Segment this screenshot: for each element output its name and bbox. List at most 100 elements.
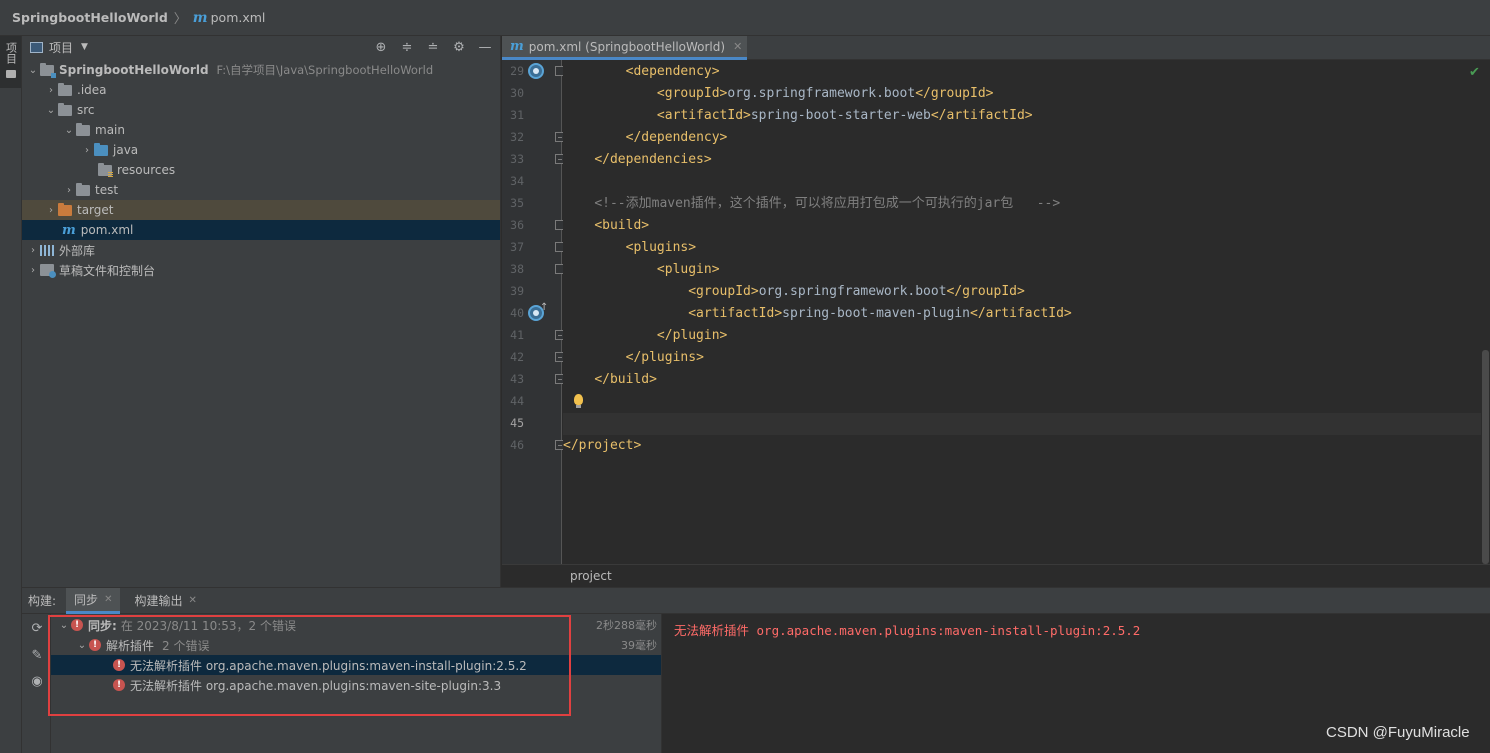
tree-item-src[interactable]: ⌄ src (22, 100, 500, 120)
close-icon[interactable]: ✕ (188, 595, 196, 606)
close-icon[interactable]: ✕ (104, 594, 112, 605)
chevron-down-icon[interactable]: ⌄ (26, 65, 40, 76)
code-line-42[interactable]: </plugins> (563, 347, 1481, 369)
tab-sync[interactable]: 同步 ✕ (66, 587, 121, 614)
chevron-right-icon[interactable]: › (62, 185, 76, 196)
code-line-43[interactable]: </build> (563, 369, 1481, 391)
chevron-right-icon[interactable]: › (26, 245, 40, 256)
code-line-29[interactable]: <dependency> (563, 61, 1481, 83)
gutter-line-40[interactable]: 40 ↑ (502, 302, 562, 325)
breadcrumb-project-tag[interactable]: project (570, 569, 612, 583)
code-line-34[interactable] (563, 171, 1481, 193)
gutter-line-39[interactable]: 39 (502, 281, 562, 303)
code-line-30[interactable]: <groupId>org.springframework.boot</group… (563, 83, 1481, 105)
code-line-31[interactable]: <artifactId>spring-boot-starter-web</art… (563, 105, 1481, 127)
code-line-32[interactable]: </dependency> (563, 127, 1481, 149)
sync-icon[interactable]: ⟳ (28, 620, 46, 638)
eye-icon[interactable]: ◉ (28, 673, 46, 691)
error-row-site-plugin[interactable]: ! 无法解析插件 org.apache.maven.plugins:maven-… (51, 675, 661, 695)
gutter-line-32[interactable]: 32 (502, 127, 565, 149)
tab-build-output[interactable]: 构建输出 ✕ (126, 588, 204, 614)
minimize-icon[interactable]: — (476, 38, 494, 56)
code-line-45[interactable] (563, 413, 1481, 435)
gutter-line-34[interactable]: 34 (502, 171, 562, 193)
folder-icon (76, 122, 90, 136)
sync-row[interactable]: ⌄ ! 同步: 在 2023/8/11 10:53，2 个错误 2秒288毫秒 (51, 615, 661, 635)
tree-item-pom[interactable]: m pom.xml (22, 220, 500, 240)
scrollbar-thumb[interactable] (1482, 350, 1489, 564)
error-row-install-plugin[interactable]: ! 无法解析插件 org.apache.maven.plugins:maven-… (51, 655, 661, 675)
pin-icon[interactable]: ✎ (28, 647, 46, 665)
build-panel-label: 构建: (28, 594, 57, 608)
navigation-bar: SpringbootHelloWorld 〉 m pom.xml (0, 0, 1490, 36)
xml-tag: <plugin> (656, 262, 720, 277)
tree-item-main[interactable]: ⌄ main (22, 120, 500, 140)
xml-text: spring-boot-starter-web (750, 108, 931, 123)
tree-item-external-libraries[interactable]: › 外部库 (22, 240, 500, 260)
tree-item-java[interactable]: › java (22, 140, 500, 160)
chevron-right-icon[interactable]: › (44, 205, 58, 216)
locate-icon[interactable]: ⊕ (372, 38, 390, 56)
gutter-line-45[interactable]: 45 (502, 413, 562, 435)
tree-item-test[interactable]: › test (22, 180, 500, 200)
code-line-44[interactable] (563, 391, 1481, 413)
xml-tag: </dependency> (625, 130, 728, 145)
editor-tab-pom[interactable]: m pom.xml (SpringbootHelloWorld) ✕ (502, 36, 747, 60)
lightbulb-icon[interactable] (574, 394, 583, 408)
gutter-line-37[interactable]: 37 (502, 237, 565, 259)
code-line-37[interactable]: <plugins> (563, 237, 1481, 259)
maven-gutter-icon[interactable] (528, 63, 544, 79)
chevron-down-icon[interactable]: ⌄ (75, 640, 89, 651)
resolve-plugins-row[interactable]: ⌄ ! 解析插件 2 个错误 39毫秒 (51, 635, 661, 655)
gutter-line-35[interactable]: 35 (502, 193, 562, 215)
code-line-39[interactable]: <groupId>org.springframework.boot</group… (563, 281, 1481, 303)
code-line-33[interactable]: </dependencies> (563, 149, 1481, 171)
chevron-down-icon[interactable]: ⌄ (44, 105, 58, 116)
tree-item-label: resources (117, 163, 176, 177)
breadcrumb-project[interactable]: SpringbootHelloWorld (12, 10, 168, 25)
project-panel-title[interactable]: 项目 (49, 39, 73, 56)
chevron-down-icon[interactable]: ⌄ (57, 620, 71, 631)
gutter-line-29[interactable]: 29 (502, 61, 565, 83)
gutter-line-44[interactable]: 44 (502, 391, 562, 413)
tree-item-resources[interactable]: resources (22, 160, 500, 180)
gutter-line-41[interactable]: 41 (502, 325, 565, 347)
code-line-46[interactable]: </project> (563, 435, 1481, 457)
chevron-right-icon[interactable]: › (44, 85, 58, 96)
gutter-line-43[interactable]: 43 (502, 369, 565, 391)
chevron-right-icon[interactable]: › (80, 145, 94, 156)
project-tool-window-tab[interactable]: 项目 (0, 36, 21, 88)
gutter-line-36[interactable]: 36 (502, 215, 565, 237)
expand-all-icon[interactable]: ≑ (398, 38, 416, 56)
code-line-40[interactable]: <artifactId>spring-boot-maven-plugin</ar… (563, 303, 1481, 325)
breadcrumb-file[interactable]: pom.xml (211, 10, 266, 25)
code-line-41[interactable]: </plugin> (563, 325, 1481, 347)
code-line-38[interactable]: <plugin> (563, 259, 1481, 281)
gutter-line-33[interactable]: 33 (502, 149, 565, 171)
gutter-line-42[interactable]: 42 (502, 347, 565, 369)
gutter-line-31[interactable]: 31 (502, 105, 562, 127)
editor-scrollbar[interactable] (1481, 60, 1490, 564)
gear-icon[interactable]: ⚙ (450, 38, 468, 56)
gutter-line-30[interactable]: 30 (502, 83, 562, 105)
code-line-35[interactable]: <!--添加maven插件，这个插件，可以将应用打包成一个可执行的jar包 --… (563, 193, 1481, 215)
chevron-down-icon[interactable]: ▼ (81, 42, 88, 52)
tree-item-idea[interactable]: › .idea (22, 80, 500, 100)
close-icon[interactable]: ✕ (733, 40, 742, 53)
collapse-all-icon[interactable]: ≐ (424, 38, 442, 56)
gutter-line-46[interactable]: 46 (502, 435, 565, 457)
gutter-line-38[interactable]: 38 (502, 259, 565, 281)
code-editor[interactable]: <dependency> <groupId>org.springframewor… (563, 60, 1481, 564)
chevron-right-icon[interactable]: › (26, 265, 40, 276)
chevron-down-icon[interactable]: ⌄ (62, 125, 76, 136)
project-path: F:\自学项目\Java\SpringbootHelloWorld (216, 63, 434, 77)
tree-item-root[interactable]: ⌄ SpringbootHelloWorld F:\自学项目\Java\Spri… (22, 60, 500, 80)
scratches-icon (40, 264, 56, 278)
tree-item-target[interactable]: › target (22, 200, 500, 220)
tree-item-scratches[interactable]: › 草稿文件和控制台 (22, 260, 500, 280)
code-line-36[interactable]: <build> (563, 215, 1481, 237)
